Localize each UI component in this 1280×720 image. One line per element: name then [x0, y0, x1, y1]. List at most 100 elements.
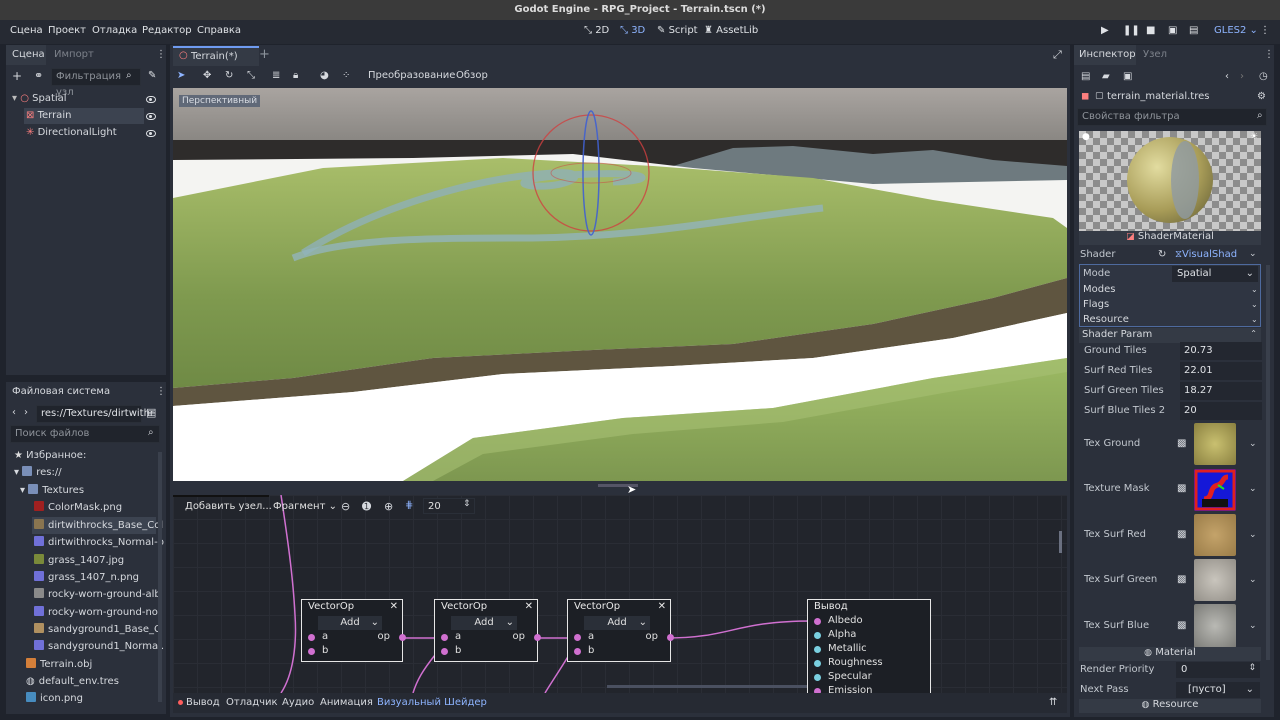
add-node-button[interactable]: Добавить узел...	[185, 501, 272, 512]
history-icon[interactable]: ◷	[1259, 71, 1268, 82]
transform-menu[interactable]: Преобразование	[368, 70, 455, 81]
history-forward-icon[interactable]: ›	[1240, 71, 1244, 82]
shader-resource-select[interactable]: ⧖VisualShad	[1175, 249, 1237, 260]
chevron-down-icon[interactable]: ⌄	[1251, 300, 1258, 309]
split-view-icon[interactable]: ▤	[146, 406, 156, 419]
graph-hscrollbar[interactable]	[607, 685, 807, 688]
resource-path[interactable]: terrain_material.tres	[1107, 91, 1209, 102]
folder-res[interactable]: ▾ res://	[14, 464, 62, 481]
close-icon[interactable]: ✕	[658, 600, 666, 614]
material-section-header[interactable]: ◍ Material	[1079, 647, 1261, 661]
file-item[interactable]: ColorMask.png	[34, 499, 122, 516]
zoom-in-icon[interactable]: ⊕	[384, 500, 393, 513]
close-icon[interactable]: ✕	[390, 600, 398, 614]
tab-scene[interactable]: Сцена	[12, 49, 45, 60]
perspective-menu[interactable]: Перспективный	[179, 95, 261, 107]
resource-section[interactable]: Resource	[1083, 311, 1129, 329]
file-item[interactable]: icon.png	[26, 690, 83, 707]
file-item[interactable]: sandyground1_Base_C	[34, 621, 161, 638]
port-b[interactable]: b	[302, 644, 402, 658]
back-icon[interactable]: ‹	[12, 407, 16, 418]
file-item[interactable]: grass_1407_n.png	[34, 569, 139, 586]
move-tool-icon[interactable]: ✥	[203, 70, 211, 81]
rotate-tool-icon[interactable]: ↻	[225, 70, 233, 81]
add-tab-icon[interactable]: +	[259, 47, 270, 62]
texture-thumbnail[interactable]	[1194, 423, 1236, 465]
tab-inspector[interactable]: Инспектор	[1079, 49, 1136, 60]
texture-thumbnail[interactable]	[1194, 469, 1236, 511]
chevron-down-icon[interactable]: ⌄	[1251, 315, 1258, 324]
fullscreen-icon[interactable]: ⤢	[1053, 48, 1062, 62]
port-dot[interactable]	[814, 674, 821, 681]
texture-edit-icon[interactable]: ▩	[1177, 620, 1186, 631]
vectorop-node[interactable]: VectorOp ✕ Add ⌄ a op b	[301, 599, 406, 662]
lock-icon[interactable]: 🔒︎	[293, 70, 298, 81]
snap-grid-icon[interactable]: ⋕	[405, 500, 413, 511]
pin-panel-icon[interactable]: ⇈	[1049, 697, 1057, 708]
chevron-down-icon[interactable]: ⌄	[1249, 530, 1257, 540]
operator-select[interactable]: Add ⌄	[584, 616, 650, 630]
file-item[interactable]: ◍ default_env.tres	[26, 673, 119, 690]
file-item[interactable]: dirtwithrocks_Base_Col	[34, 517, 163, 534]
script-attach-icon[interactable]: ✎	[148, 70, 156, 81]
output-port-dot[interactable]	[534, 634, 541, 641]
port-dot[interactable]	[814, 632, 821, 639]
texture-edit-icon[interactable]: ▩	[1177, 483, 1186, 494]
port-a[interactable]: a op	[435, 630, 541, 644]
select-tool-icon[interactable]: ➤	[177, 70, 185, 81]
port-dot[interactable]	[814, 646, 821, 653]
file-item[interactable]: Terrain.obj	[26, 656, 92, 673]
port-a[interactable]: a op	[302, 630, 406, 644]
shader-param-header[interactable]: Shader Param ⌃	[1079, 328, 1261, 343]
reload-icon[interactable]: ↻	[1158, 249, 1166, 260]
stop-icon[interactable]: ■	[1146, 25, 1155, 36]
param-value-input[interactable]: 20.73	[1180, 342, 1262, 360]
file-item[interactable]: sandyground1_Normal.	[34, 638, 164, 655]
texture-edit-icon[interactable]: ▩	[1177, 438, 1186, 449]
param-value-input[interactable]: 22.01	[1180, 362, 1262, 380]
history-back-icon[interactable]: ‹	[1225, 71, 1229, 82]
chevron-down-icon[interactable]: ⌄	[1249, 621, 1257, 631]
output-port-emission[interactable]: Emission	[808, 684, 930, 693]
spin-arrows-icon[interactable]: ⇕	[463, 499, 471, 509]
output-port-albedo[interactable]: Albedo	[808, 614, 930, 628]
port-a[interactable]: a op	[568, 630, 674, 644]
file-item[interactable]: rocky-worn-ground-nor	[34, 604, 162, 621]
chevron-down-icon[interactable]: ⌄	[1249, 439, 1257, 449]
operator-select[interactable]: Add ⌄	[318, 616, 382, 630]
vectorop-node[interactable]: VectorOp ✕ Add ⌄ a op b	[567, 599, 674, 662]
tab-import[interactable]: Импорт	[54, 49, 94, 60]
inspector-scrollbar[interactable]	[1266, 265, 1270, 660]
object-properties-icon[interactable]: ⚙	[1257, 91, 1266, 102]
next-pass-select[interactable]: [пусто] ⌄	[1176, 682, 1260, 698]
output-port-roughness[interactable]: Roughness	[808, 656, 930, 670]
workspace-script-button[interactable]: ✎ Script	[657, 25, 698, 36]
texture-edit-icon[interactable]: ▩	[1177, 529, 1186, 540]
graph-scrollbar[interactable]	[1059, 531, 1062, 553]
filesystem-scrollbar[interactable]	[158, 452, 162, 702]
add-node-icon[interactable]: +	[12, 69, 22, 83]
file-search-input[interactable]: Поиск файлов	[10, 425, 160, 443]
workspace-2d-button[interactable]: ⤡ 2D	[584, 25, 609, 36]
port-dot[interactable]	[441, 634, 448, 641]
save-icon[interactable]: ▣	[1123, 71, 1132, 82]
vectorop-node[interactable]: VectorOp ✕ Add ⌄ a op b	[434, 599, 541, 662]
dock-menu-icon[interactable]: ⋮	[156, 49, 166, 60]
snap-icon[interactable]: ⁘	[342, 70, 350, 81]
port-dot[interactable]	[308, 648, 315, 655]
workspace-3d-button[interactable]: ⤡ 3D	[620, 25, 645, 36]
texture-edit-icon[interactable]: ▩	[1177, 574, 1186, 585]
port-dot[interactable]	[814, 618, 821, 625]
menu-help[interactable]: Справка	[197, 25, 241, 36]
property-filter-input[interactable]: Свойства фильтра	[1077, 108, 1267, 126]
menu-scene[interactable]: Сцена	[10, 25, 43, 36]
pause-icon[interactable]: ❚❚	[1123, 25, 1140, 36]
zoom-reset-icon[interactable]: ➊	[362, 500, 371, 513]
scale-tool-icon[interactable]: ⤡	[247, 70, 255, 81]
visibility-eye-icon[interactable]	[146, 130, 156, 137]
operator-select[interactable]: Add ⌄	[451, 616, 517, 630]
forward-icon[interactable]: ›	[24, 407, 28, 418]
menu-editor[interactable]: Редактор	[142, 25, 192, 36]
light-1-icon[interactable]: ●	[1082, 132, 1090, 142]
chevron-down-icon[interactable]: ⌄	[1249, 484, 1257, 494]
